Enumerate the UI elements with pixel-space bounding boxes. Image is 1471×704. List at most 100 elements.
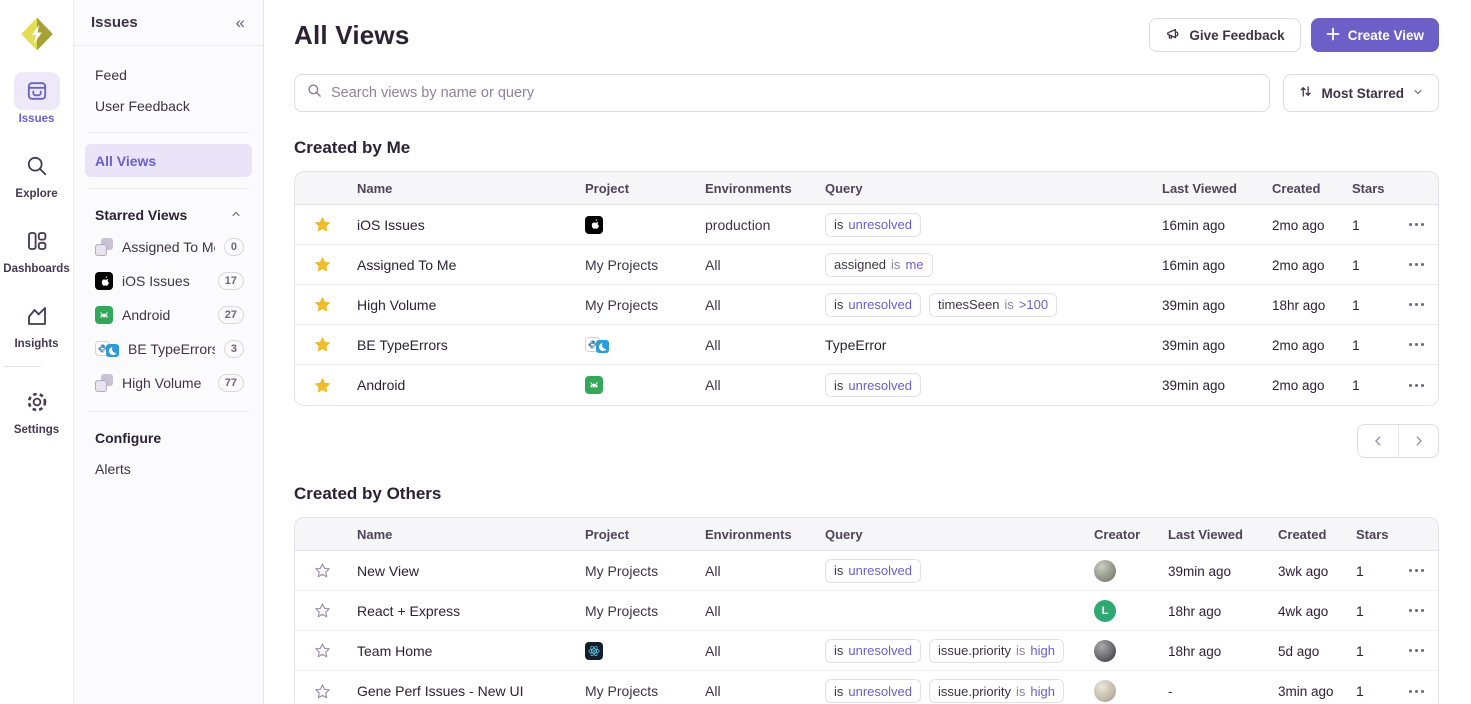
view-name-link[interactable]: New View xyxy=(357,563,419,579)
query-token-segment: is xyxy=(834,378,843,393)
view-name-link[interactable]: Gene Perf Issues - New UI xyxy=(357,683,524,699)
created-cell: 4wk ago xyxy=(1270,603,1348,619)
sort-dropdown[interactable]: Most Starred xyxy=(1283,74,1439,112)
give-feedback-button[interactable]: Give Feedback xyxy=(1149,18,1300,52)
view-name-link[interactable]: Team Home xyxy=(357,643,432,659)
column-header-created: Created xyxy=(1270,527,1348,542)
starred-view-android[interactable]: Android27 xyxy=(85,298,252,332)
star-toggle-button[interactable] xyxy=(295,602,349,619)
creator-avatar: L xyxy=(1094,600,1116,622)
last-viewed-cell: 39min ago xyxy=(1154,297,1264,313)
row-actions-button[interactable] xyxy=(1394,690,1438,693)
star-toggle-button[interactable] xyxy=(295,642,349,659)
star-toggle-button[interactable] xyxy=(295,336,349,353)
view-name-link[interactable]: Android xyxy=(357,377,405,393)
column-header-created: Created xyxy=(1264,181,1344,196)
previous-page-button[interactable] xyxy=(1358,425,1398,457)
chevron-down-icon xyxy=(1412,86,1424,101)
next-page-button[interactable] xyxy=(1398,425,1438,457)
rail-item-explore[interactable]: Explore xyxy=(3,147,69,200)
starred-view-ios-issues[interactable]: iOS Issues17 xyxy=(85,264,252,298)
name-cell: New View xyxy=(349,563,577,579)
column-header-last-viewed: Last Viewed xyxy=(1160,527,1270,542)
query-token-segment: unresolved xyxy=(848,378,912,393)
rail-item-issues[interactable]: Issues xyxy=(3,72,69,125)
query-token-segment: timesSeen xyxy=(938,297,999,312)
starred-view-be-typeerrors[interactable]: BE TypeErrors3 xyxy=(85,332,252,366)
sidebar-item-alerts[interactable]: Alerts xyxy=(85,453,252,484)
created-value: 5d ago xyxy=(1278,644,1319,659)
created-value: 2mo ago xyxy=(1272,218,1325,233)
sidebar-item-feed[interactable]: Feed xyxy=(85,59,252,90)
settings-icon xyxy=(14,383,60,421)
starred-view-high-volume[interactable]: High Volume77 xyxy=(85,366,252,400)
view-name-link[interactable]: High Volume xyxy=(357,297,436,313)
rail-item-insights[interactable]: Insights xyxy=(3,297,69,350)
last-viewed-cell: 18hr ago xyxy=(1160,603,1270,619)
projects-stack-icon xyxy=(95,238,113,256)
starred-view-assigned-to-me[interactable]: Assigned To Me0 xyxy=(85,230,252,264)
created-by-me-table: NameProjectEnvironmentsQueryLast ViewedC… xyxy=(294,171,1439,406)
create-view-button[interactable]: Create View xyxy=(1311,18,1439,52)
starred-views-header[interactable]: Starred Views xyxy=(85,200,252,230)
stars-count-cell: 1 xyxy=(1344,217,1394,233)
column-header-query: Query xyxy=(817,181,1154,196)
search-views-field xyxy=(294,74,1270,112)
last-viewed-value: 18hr ago xyxy=(1168,644,1221,659)
row-actions-button[interactable] xyxy=(1394,223,1438,226)
search-views-input[interactable] xyxy=(331,85,1257,101)
query-token-segment: is xyxy=(834,297,843,312)
rail-item-dashboards[interactable]: Dashboards xyxy=(3,222,69,275)
query-token: isunresolved xyxy=(825,559,921,583)
query-token-segment: is xyxy=(1004,297,1013,312)
project-cell xyxy=(577,336,697,354)
name-cell: Android xyxy=(349,377,577,393)
created-cell: 3min ago xyxy=(1270,683,1348,699)
row-actions-button[interactable] xyxy=(1394,263,1438,266)
stars-count-cell: 1 xyxy=(1344,297,1394,313)
view-name-link[interactable]: BE TypeErrors xyxy=(357,337,448,353)
view-row: Team Home Allisunresolvedissue.priorityi… xyxy=(295,631,1438,671)
row-actions-button[interactable] xyxy=(1394,569,1438,572)
last-viewed-cell: 18hr ago xyxy=(1160,643,1270,659)
issue-count-badge: 77 xyxy=(218,374,244,392)
sidebar-item-all-views[interactable]: All Views xyxy=(85,144,252,177)
name-cell: High Volume xyxy=(349,297,577,313)
row-actions-button[interactable] xyxy=(1394,303,1438,306)
view-row: iOS Issues productionisunresolved16min a… xyxy=(295,205,1438,245)
star-toggle-button[interactable] xyxy=(295,256,349,273)
chevron-up-icon xyxy=(230,207,242,223)
sort-arrows-icon xyxy=(1298,84,1313,102)
view-name-link[interactable]: React + Express xyxy=(357,603,460,619)
query-cell: assignedisme xyxy=(817,253,1154,277)
sentry-logo[interactable] xyxy=(15,12,59,56)
rail-item-label: Issues xyxy=(19,113,55,125)
query-token-segment: is xyxy=(891,257,900,272)
star-toggle-button[interactable] xyxy=(295,296,349,313)
star-toggle-button[interactable] xyxy=(295,377,349,394)
row-actions-button[interactable] xyxy=(1394,609,1438,612)
created-value: 2mo ago xyxy=(1272,378,1325,393)
star-toggle-button[interactable] xyxy=(295,683,349,700)
environments-cell: All xyxy=(697,297,817,313)
query-token-segment: me xyxy=(905,257,923,272)
last-viewed-value: 16min ago xyxy=(1162,218,1225,233)
row-actions-button[interactable] xyxy=(1394,384,1438,387)
sidebar-item-user-feedback[interactable]: User Feedback xyxy=(85,90,252,121)
stars-count-cell: 1 xyxy=(1344,377,1394,393)
query-token: issue.priorityishigh xyxy=(929,679,1064,703)
stars-count-cell: 1 xyxy=(1348,683,1394,699)
issue-count-badge: 27 xyxy=(218,306,244,324)
crescent-platform-icon xyxy=(106,344,119,357)
query-cell: is unresolved xyxy=(817,373,1154,397)
search-icon xyxy=(307,83,322,103)
star-toggle-button[interactable] xyxy=(295,562,349,579)
collapse-sidebar-icon[interactable]: « xyxy=(236,14,245,31)
view-name-link[interactable]: Assigned To Me xyxy=(357,257,456,273)
star-toggle-button[interactable] xyxy=(295,216,349,233)
view-name-link[interactable]: iOS Issues xyxy=(357,217,425,233)
row-actions-button[interactable] xyxy=(1394,343,1438,346)
rail-item-settings[interactable]: Settings xyxy=(3,383,69,436)
last-viewed-cell: 16min ago xyxy=(1154,217,1264,233)
row-actions-button[interactable] xyxy=(1394,649,1438,652)
